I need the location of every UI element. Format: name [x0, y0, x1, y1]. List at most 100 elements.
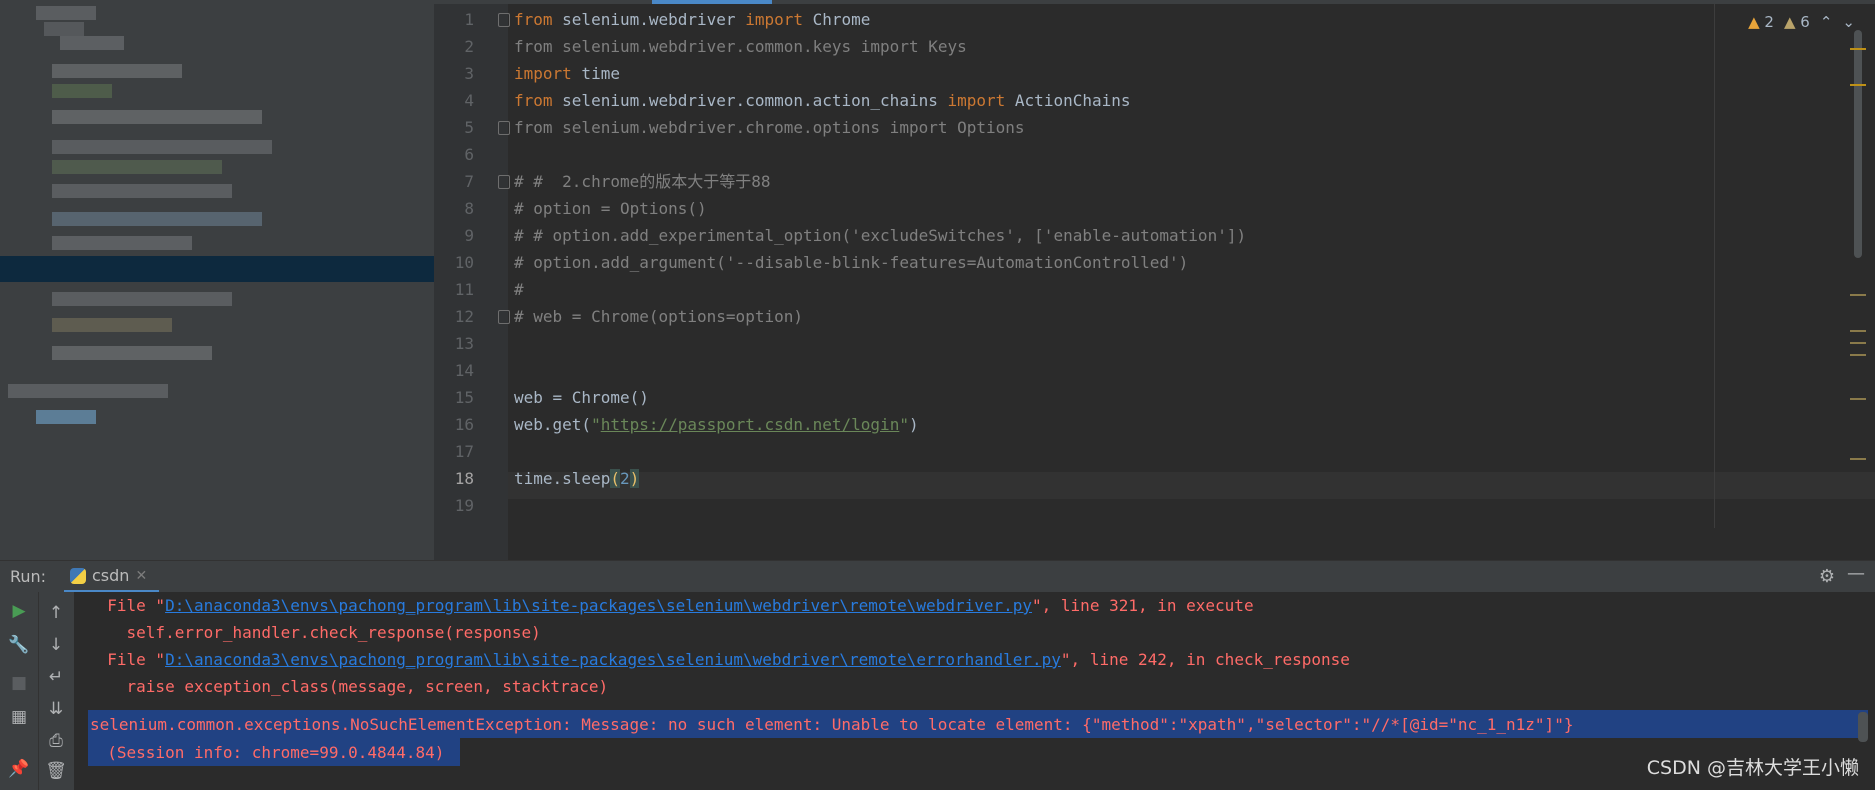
- tree-item[interactable]: [52, 84, 112, 98]
- gear-icon[interactable]: ⚙: [1819, 566, 1835, 587]
- tree-item[interactable]: [60, 36, 124, 50]
- code-line-7[interactable]: # # 2.chrome的版本大于等于88: [514, 168, 771, 195]
- line-number: 10: [454, 253, 474, 272]
- run-tab-label: csdn: [92, 566, 130, 585]
- tree-item[interactable]: [52, 184, 232, 198]
- warning-marker[interactable]: [1850, 354, 1866, 356]
- python-icon: [70, 567, 86, 584]
- line-number: 1: [464, 10, 474, 29]
- warning-marker[interactable]: [1850, 48, 1866, 50]
- tree-item[interactable]: [52, 110, 262, 124]
- selected-tree-item[interactable]: [0, 256, 434, 282]
- warning-marker[interactable]: [1850, 330, 1866, 332]
- warning-marker[interactable]: [1850, 342, 1866, 344]
- warning-marker[interactable]: [1850, 84, 1866, 86]
- code-line-5[interactable]: from selenium.webdriver.chrome.options i…: [514, 114, 1025, 141]
- code-line-8[interactable]: # option = Options(): [514, 195, 707, 222]
- right-margin-guide: [1714, 4, 1715, 528]
- console-line[interactable]: self.error_handler.check_response(respon…: [88, 619, 541, 646]
- console-line[interactable]: File "D:\anaconda3\envs\pachong_program\…: [88, 592, 1253, 619]
- rerun-icon[interactable]: ▶: [8, 600, 30, 622]
- line-number: 13: [454, 334, 474, 353]
- weak-warning-icon: ▲: [1783, 13, 1796, 31]
- tree-item[interactable]: [52, 212, 262, 226]
- code-line-10[interactable]: # option.add_argument('--disable-blink-f…: [514, 249, 1188, 276]
- fold-icon[interactable]: [498, 13, 510, 27]
- inspection-widget[interactable]: ▲ 2 ▲ 6 ⌃ ⌄: [1748, 10, 1855, 34]
- code-line-15[interactable]: web = Chrome(): [514, 384, 649, 411]
- line-number: 17: [454, 442, 474, 461]
- editor-scrollbar-thumb[interactable]: [1854, 30, 1862, 258]
- close-icon[interactable]: ✕: [135, 568, 147, 584]
- fold-icon[interactable]: [498, 121, 510, 135]
- warning-marker[interactable]: [1850, 398, 1866, 400]
- trash-icon[interactable]: 🗑: [45, 760, 67, 782]
- minimize-icon[interactable]: —: [1847, 563, 1865, 584]
- line-number-gutter[interactable]: 1 2 3 4 5 6 7 8 9 10 11 12 13 14 15 16 1…: [434, 4, 510, 560]
- line-number: 19: [454, 496, 474, 515]
- code-line-1[interactable]: from selenium.webdriver import Chrome: [514, 6, 870, 33]
- line-number: 7: [464, 172, 474, 191]
- project-sidebar: [0, 0, 434, 560]
- line-number: 16: [454, 415, 474, 434]
- warning-marker[interactable]: [1850, 458, 1866, 460]
- next-highlight-icon[interactable]: ⌄: [1842, 13, 1855, 31]
- fold-icon[interactable]: [498, 310, 510, 324]
- line-number: 12: [454, 307, 474, 326]
- console-line[interactable]: File "D:\anaconda3\envs\pachong_program\…: [88, 646, 1350, 673]
- error-count[interactable]: ▲ 2: [1748, 13, 1774, 31]
- line-number: 3: [464, 64, 474, 83]
- run-tab-csdn[interactable]: csdn ✕: [64, 561, 160, 593]
- code-line-18[interactable]: time.sleep(2): [514, 465, 640, 492]
- run-label: Run:: [10, 567, 47, 586]
- line-number: 4: [464, 91, 474, 110]
- stop-icon[interactable]: ■: [8, 672, 30, 694]
- up-arrow-icon[interactable]: ↑: [45, 602, 67, 624]
- code-line-3[interactable]: import time: [514, 60, 620, 87]
- scroll-to-end-icon[interactable]: ⇊: [45, 698, 67, 720]
- url-link[interactable]: https://passport.csdn.net/login: [601, 415, 900, 434]
- line-number: 11: [454, 280, 474, 299]
- tree-item[interactable]: [52, 160, 222, 174]
- layout-icon[interactable]: ▦: [8, 706, 30, 728]
- pin-icon[interactable]: 📌: [8, 758, 30, 780]
- down-arrow-icon[interactable]: ↓: [45, 634, 67, 656]
- code-line-9[interactable]: # # option.add_experimental_option('excl…: [514, 222, 1246, 249]
- code-line-4[interactable]: from selenium.webdriver.common.action_ch…: [514, 87, 1131, 114]
- console-line[interactable]: raise exception_class(message, screen, s…: [88, 673, 609, 700]
- code-line-16[interactable]: web.get("https://passport.csdn.net/login…: [514, 411, 919, 438]
- soft-wrap-icon[interactable]: ↵: [45, 666, 67, 688]
- tree-item[interactable]: [44, 22, 84, 36]
- file-link[interactable]: D:\anaconda3\envs\pachong_program\lib\si…: [165, 650, 1061, 669]
- tree-item[interactable]: [52, 64, 182, 78]
- fold-icon[interactable]: [498, 175, 510, 189]
- code-editor[interactable]: 1 2 3 4 5 6 7 8 9 10 11 12 13 14 15 16 1…: [434, 0, 1875, 560]
- tree-item[interactable]: [52, 140, 272, 154]
- tree-item[interactable]: [52, 346, 212, 360]
- run-toolbar: ▶ 🔧 ■ ▦ 📌: [0, 592, 38, 790]
- print-icon[interactable]: ⎙: [45, 730, 67, 752]
- console-toolbar: ↑ ↓ ↵ ⇊ ⎙ 🗑: [38, 592, 75, 790]
- file-link[interactable]: D:\anaconda3\envs\pachong_program\lib\si…: [165, 596, 1032, 615]
- code-line-11[interactable]: #: [514, 276, 524, 303]
- tree-item[interactable]: [52, 236, 192, 250]
- code-line-12[interactable]: # web = Chrome(options=option): [514, 303, 803, 330]
- console-scrollbar-thumb[interactable]: [1858, 712, 1868, 742]
- tree-item[interactable]: [52, 292, 232, 306]
- tree-item[interactable]: [52, 318, 172, 332]
- tree-item[interactable]: [36, 6, 96, 20]
- previous-highlight-icon[interactable]: ⌃: [1820, 13, 1833, 31]
- editor-tab-strip: [434, 0, 1875, 4]
- tree-item[interactable]: [36, 410, 96, 424]
- line-number: 8: [464, 199, 474, 218]
- warning-marker[interactable]: [1850, 294, 1866, 296]
- warning-count[interactable]: ▲ 6: [1784, 13, 1810, 31]
- console-line[interactable]: (Session info: chrome=99.0.4844.84): [88, 739, 444, 766]
- console-error-line[interactable]: selenium.common.exceptions.NoSuchElement…: [90, 711, 1573, 738]
- line-number: 6: [464, 145, 474, 164]
- wrench-icon[interactable]: 🔧: [8, 634, 30, 656]
- code-line-2[interactable]: from selenium.webdriver.common.keys impo…: [514, 33, 967, 60]
- tree-item[interactable]: [8, 384, 168, 398]
- line-number-current: 18: [454, 469, 474, 488]
- console-output[interactable]: File "D:\anaconda3\envs\pachong_program\…: [74, 592, 1875, 790]
